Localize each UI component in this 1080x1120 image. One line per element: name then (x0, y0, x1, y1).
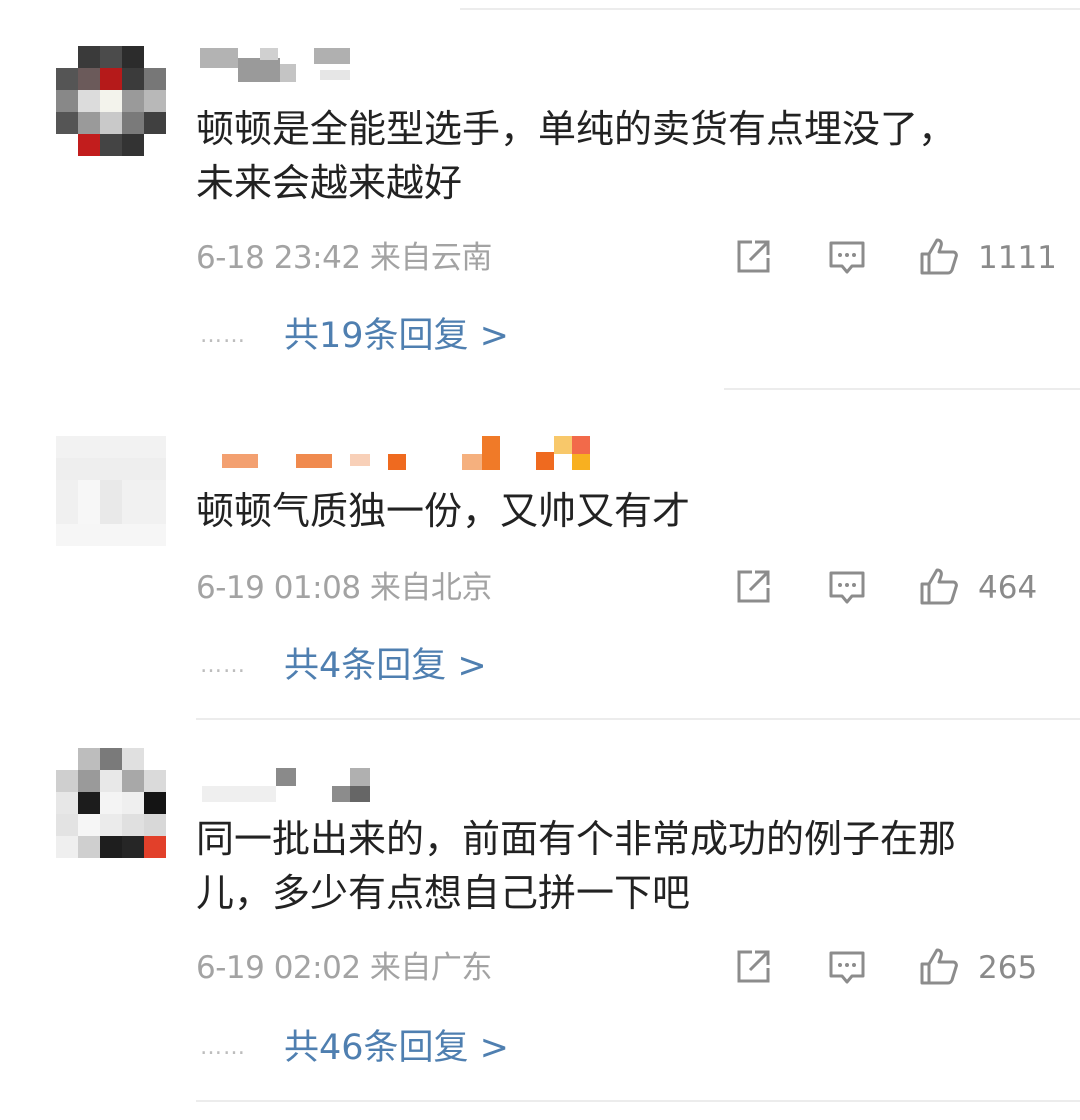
view-replies-link[interactable]: 共19条回复 > (284, 314, 509, 358)
comment-divider (196, 718, 1080, 720)
comment-icon[interactable] (826, 946, 868, 988)
comment-actions: 265 (732, 946, 1042, 990)
share-icon[interactable] (732, 946, 774, 988)
like-icon[interactable] (918, 566, 960, 608)
view-replies-link[interactable]: 共46条回复 > (284, 1026, 509, 1070)
comment-date: 6-19 01:08 (196, 570, 361, 606)
replies-dots: …… (200, 323, 246, 348)
share-icon[interactable] (732, 236, 774, 278)
comment-text: 同一批出来的，前面有个非常成功的例子在那 儿，多少有点想自己拼一下吧 (196, 817, 957, 915)
comment-icon[interactable] (826, 236, 868, 278)
like-icon[interactable] (918, 946, 960, 988)
comment-meta: 6-19 02:02 来自广东 (196, 948, 492, 988)
avatar[interactable] (56, 46, 166, 156)
comment-meta: 6-18 23:42 来自云南 (196, 238, 492, 278)
comment-meta: 6-19 01:08 来自北京 (196, 568, 492, 608)
comment-text: 顿顿是全能型选手，单纯的卖货有点埋没了， 未来会越来越好 (196, 107, 957, 205)
comment-text: 顿顿气质独一份，又帅又有才 (196, 489, 691, 533)
like-icon[interactable] (918, 236, 960, 278)
replies-dots: …… (200, 653, 246, 678)
like-count: 265 (978, 950, 1038, 986)
comment-actions: 1111 (732, 236, 1057, 280)
comment-date: 6-19 02:02 (196, 950, 361, 986)
share-icon[interactable] (732, 566, 774, 608)
comment-actions: 464 (732, 566, 1042, 610)
replies-dots: …… (200, 1035, 246, 1060)
like-count: 464 (978, 570, 1038, 606)
top-divider (460, 8, 1080, 10)
comment-divider (196, 1100, 1080, 1102)
comment-icon[interactable] (826, 566, 868, 608)
comment-date: 6-18 23:42 (196, 240, 361, 276)
avatar[interactable] (56, 748, 166, 858)
comment-location: 来自广东 (369, 950, 493, 986)
comment-divider (724, 388, 1080, 390)
avatar[interactable] (56, 436, 166, 546)
like-count: 1111 (978, 240, 1057, 276)
comment-location: 来自云南 (369, 240, 493, 276)
comment-location: 来自北京 (369, 570, 493, 606)
view-replies-link[interactable]: 共4条回复 > (284, 644, 487, 688)
